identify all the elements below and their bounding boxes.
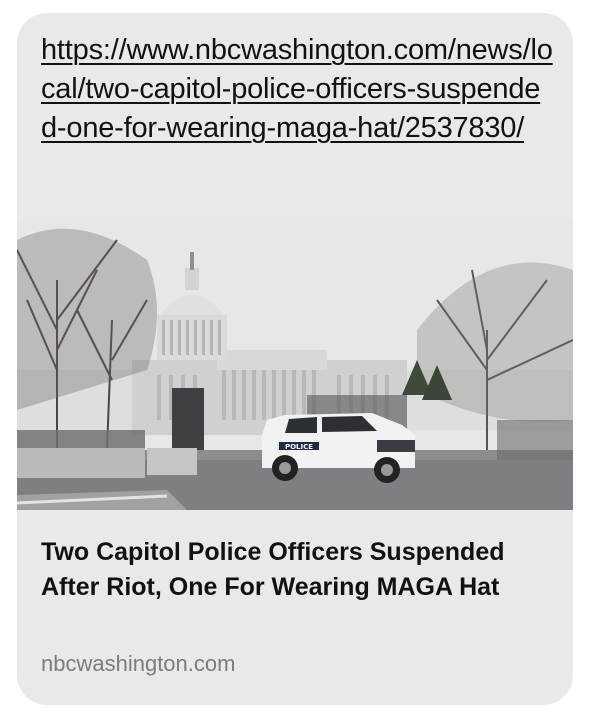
vehicle-marking: POLICE [285, 443, 313, 451]
url-link[interactable]: https://www.nbcwashington.com/news/local… [41, 31, 556, 148]
preview-image[interactable]: POLICE [17, 220, 573, 510]
article-title: Two Capitol Police Officers Suspended Af… [41, 538, 505, 601]
link-preview-bubble[interactable]: https://www.nbcwashington.com/news/local… [17, 13, 573, 705]
capitol-photo: POLICE [17, 220, 573, 510]
article-domain: nbcwashington.com [41, 651, 236, 676]
url-block: https://www.nbcwashington.com/news/local… [41, 31, 556, 148]
